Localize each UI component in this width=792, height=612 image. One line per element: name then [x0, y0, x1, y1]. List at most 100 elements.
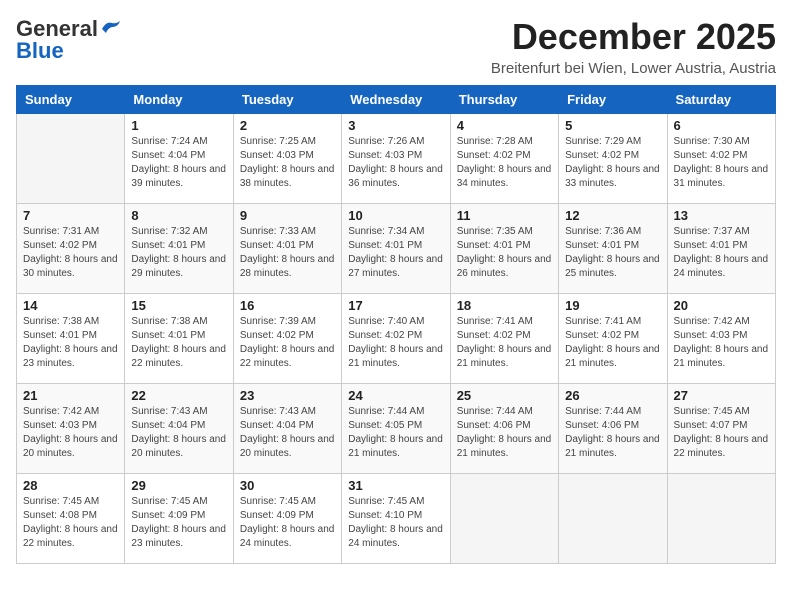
day-number: 19: [565, 298, 660, 313]
calendar-header-row: Sunday Monday Tuesday Wednesday Thursday…: [17, 86, 776, 114]
day-info: Sunrise: 7:43 AMSunset: 4:04 PMDaylight:…: [131, 405, 226, 461]
table-row: 13Sunrise: 7:37 AMSunset: 4:01 PMDayligh…: [667, 204, 775, 294]
day-info: Sunrise: 7:32 AMSunset: 4:01 PMDaylight:…: [131, 225, 226, 281]
table-row: 19 Sunrise: 7:41 AMSunset: 4:02 PMDayligh…: [559, 294, 667, 384]
table-row: 18 Sunrise: 7:41 AMSunset: 4:02 PMDayligh…: [450, 294, 558, 384]
day-number: 26: [565, 388, 660, 403]
table-row: 20 Sunrise: 7:42 AMSunset: 4:03 PMDayligh…: [667, 294, 775, 384]
table-row: [17, 114, 125, 204]
table-row: 10Sunrise: 7:34 AMSunset: 4:01 PMDayligh…: [342, 204, 450, 294]
col-sunday: Sunday: [17, 86, 125, 114]
table-row: 4 Sunrise: 7:28 AMSunset: 4:02 PMDaylight…: [450, 114, 558, 204]
col-thursday: Thursday: [450, 86, 558, 114]
calendar-table: Sunday Monday Tuesday Wednesday Thursday…: [16, 85, 776, 564]
col-friday: Friday: [559, 86, 667, 114]
day-number: 30: [240, 478, 335, 493]
day-number: 3: [348, 118, 443, 133]
day-number: 20: [674, 298, 769, 313]
day-info: Sunrise: 7:41 AMSunset: 4:02 PMDaylight:…: [457, 315, 552, 371]
table-row: 7 Sunrise: 7:31 AMSunset: 4:02 PMDaylight…: [17, 204, 125, 294]
day-number: 18: [457, 298, 552, 313]
day-number: 24: [348, 388, 443, 403]
day-number: 2: [240, 118, 335, 133]
calendar-week-row: 28Sunrise: 7:45 AMSunset: 4:08 PMDayligh…: [17, 474, 776, 564]
table-row: 27Sunrise: 7:45 AMSunset: 4:07 PMDayligh…: [667, 384, 775, 474]
day-number: 8: [131, 208, 226, 223]
day-info: Sunrise: 7:35 AMSunset: 4:01 PMDaylight:…: [457, 225, 552, 281]
day-info: Sunrise: 7:45 AMSunset: 4:10 PMDaylight:…: [348, 495, 443, 551]
table-row: 6 Sunrise: 7:30 AMSunset: 4:02 PMDaylight…: [667, 114, 775, 204]
day-info: Sunrise: 7:38 AMSunset: 4:01 PMDaylight:…: [23, 315, 118, 371]
table-row: 26 Sunrise: 7:44 AMSunset: 4:06 PMDayligh…: [559, 384, 667, 474]
day-info: Sunrise: 7:24 AMSunset: 4:04 PMDaylight:…: [131, 135, 226, 191]
table-row: 5Sunrise: 7:29 AMSunset: 4:02 PMDaylight…: [559, 114, 667, 204]
calendar-week-row: 14Sunrise: 7:38 AMSunset: 4:01 PMDayligh…: [17, 294, 776, 384]
page-container: General Blue December 2025 Breitenfurt b…: [16, 16, 776, 564]
table-row: 8 Sunrise: 7:32 AMSunset: 4:01 PMDaylight…: [125, 204, 233, 294]
table-row: 15Sunrise: 7:38 AMSunset: 4:01 PMDayligh…: [125, 294, 233, 384]
day-info: Sunrise: 7:29 AMSunset: 4:02 PMDaylight:…: [565, 135, 660, 191]
table-row: [559, 474, 667, 564]
col-monday: Monday: [125, 86, 233, 114]
month-title: December 2025: [491, 16, 776, 58]
table-row: 23Sunrise: 7:43 AMSunset: 4:04 PMDayligh…: [233, 384, 341, 474]
table-row: 31 Sunrise: 7:45 AMSunset: 4:10 PMDayligh…: [342, 474, 450, 564]
day-number: 21: [23, 388, 118, 403]
table-row: 29 Sunrise: 7:45 AMSunset: 4:09 PMDayligh…: [125, 474, 233, 564]
table-row: 24 Sunrise: 7:44 AMSunset: 4:05 PMDayligh…: [342, 384, 450, 474]
table-row: 17 Sunrise: 7:40 AMSunset: 4:02 PMDayligh…: [342, 294, 450, 384]
day-info: Sunrise: 7:42 AMSunset: 4:03 PMDaylight:…: [23, 405, 118, 461]
table-row: 3 Sunrise: 7:26 AMSunset: 4:03 PMDaylight…: [342, 114, 450, 204]
day-info: Sunrise: 7:41 AMSunset: 4:02 PMDaylight:…: [565, 315, 660, 371]
table-row: 16 Sunrise: 7:39 AMSunset: 4:02 PMDayligh…: [233, 294, 341, 384]
logo: General Blue: [16, 16, 122, 64]
day-number: 11: [457, 208, 552, 223]
day-info: Sunrise: 7:45 AMSunset: 4:09 PMDaylight:…: [131, 495, 226, 551]
day-info: Sunrise: 7:44 AMSunset: 4:05 PMDaylight:…: [348, 405, 443, 461]
table-row: [667, 474, 775, 564]
day-info: Sunrise: 7:43 AMSunset: 4:04 PMDaylight:…: [240, 405, 335, 461]
day-number: 1: [131, 118, 226, 133]
calendar-week-row: 1 Sunrise: 7:24 AMSunset: 4:04 PMDaylight…: [17, 114, 776, 204]
day-info: Sunrise: 7:34 AMSunset: 4:01 PMDaylight:…: [348, 225, 443, 281]
table-row: 28Sunrise: 7:45 AMSunset: 4:08 PMDayligh…: [17, 474, 125, 564]
day-number: 4: [457, 118, 552, 133]
col-saturday: Saturday: [667, 86, 775, 114]
day-number: 16: [240, 298, 335, 313]
day-number: 6: [674, 118, 769, 133]
day-info: Sunrise: 7:44 AMSunset: 4:06 PMDaylight:…: [457, 405, 552, 461]
col-wednesday: Wednesday: [342, 86, 450, 114]
table-row: 21 Sunrise: 7:42 AMSunset: 4:03 PMDayligh…: [17, 384, 125, 474]
title-section: December 2025 Breitenfurt bei Wien, Lowe…: [491, 16, 776, 77]
table-row: 11 Sunrise: 7:35 AMSunset: 4:01 PMDayligh…: [450, 204, 558, 294]
table-row: 30Sunrise: 7:45 AMSunset: 4:09 PMDayligh…: [233, 474, 341, 564]
day-number: 12: [565, 208, 660, 223]
day-info: Sunrise: 7:40 AMSunset: 4:02 PMDaylight:…: [348, 315, 443, 371]
day-info: Sunrise: 7:28 AMSunset: 4:02 PMDaylight:…: [457, 135, 552, 191]
calendar-week-row: 7 Sunrise: 7:31 AMSunset: 4:02 PMDaylight…: [17, 204, 776, 294]
day-number: 15: [131, 298, 226, 313]
table-row: 22Sunrise: 7:43 AMSunset: 4:04 PMDayligh…: [125, 384, 233, 474]
col-tuesday: Tuesday: [233, 86, 341, 114]
day-info: Sunrise: 7:30 AMSunset: 4:02 PMDaylight:…: [674, 135, 769, 191]
table-row: 9Sunrise: 7:33 AMSunset: 4:01 PMDaylight…: [233, 204, 341, 294]
day-info: Sunrise: 7:26 AMSunset: 4:03 PMDaylight:…: [348, 135, 443, 191]
day-info: Sunrise: 7:37 AMSunset: 4:01 PMDaylight:…: [674, 225, 769, 281]
day-info: Sunrise: 7:42 AMSunset: 4:03 PMDaylight:…: [674, 315, 769, 371]
day-info: Sunrise: 7:45 AMSunset: 4:08 PMDaylight:…: [23, 495, 118, 551]
day-number: 7: [23, 208, 118, 223]
calendar-week-row: 21 Sunrise: 7:42 AMSunset: 4:03 PMDayligh…: [17, 384, 776, 474]
table-row: 2 Sunrise: 7:25 AMSunset: 4:03 PMDaylight…: [233, 114, 341, 204]
table-row: 12Sunrise: 7:36 AMSunset: 4:01 PMDayligh…: [559, 204, 667, 294]
table-row: 14Sunrise: 7:38 AMSunset: 4:01 PMDayligh…: [17, 294, 125, 384]
table-row: [450, 474, 558, 564]
day-number: 29: [131, 478, 226, 493]
location: Breitenfurt bei Wien, Lower Austria, Aus…: [491, 60, 776, 77]
table-row: 1 Sunrise: 7:24 AMSunset: 4:04 PMDaylight…: [125, 114, 233, 204]
day-info: Sunrise: 7:44 AMSunset: 4:06 PMDaylight:…: [565, 405, 660, 461]
day-info: Sunrise: 7:25 AMSunset: 4:03 PMDaylight:…: [240, 135, 335, 191]
day-info: Sunrise: 7:31 AMSunset: 4:02 PMDaylight:…: [23, 225, 118, 281]
day-number: 17: [348, 298, 443, 313]
day-info: Sunrise: 7:39 AMSunset: 4:02 PMDaylight:…: [240, 315, 335, 371]
day-number: 31: [348, 478, 443, 493]
